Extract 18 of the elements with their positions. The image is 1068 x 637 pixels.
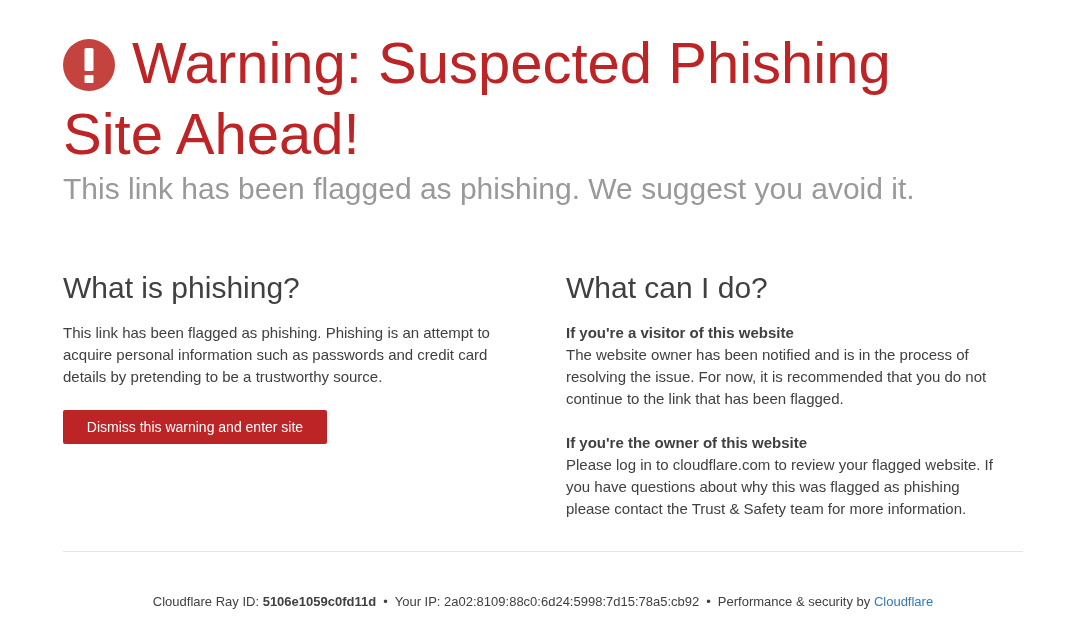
advice-title: If you're a visitor of this website [566,323,795,343]
warning-subtitle: This link has been flagged as phishing. We suggest you avoid it. [63,171,916,207]
advice-text: The website owner has been notified and is in the process of resolving the issue. For now, it is recommended that you do not continue to the link that has been flagged. [566,345,988,409]
advice-title: If you're the owner of this website [566,433,809,453]
advice-text: Please log in to cloudflare.com to review your flagged website. If you have questions about why this was flagged as phishing please contact the Trust & Safety team for more information. [566,455,994,519]
cloudflare-link[interactable]: Cloudflare [873,594,934,609]
section-heading: What can I do? [566,270,769,306]
exclamation-circle-icon [63,38,115,91]
footer-separator: • [706,594,711,609]
footer-text: Cloudflare Ray ID: 5106e1059c0fd11d [152,594,377,609]
section-heading: What is phishing? [63,270,301,306]
warning-title: Site Ahead! [63,100,360,168]
footer-credit: Performance & security by Cloudflare [717,594,934,609]
dismiss-warning-button[interactable]: Dismiss this warning and enter site [63,410,327,444]
footer-separator: • [383,594,388,609]
phishing-explanation: This link has been flagged as phishing. Phishing is an attempt to acquire personal information such as passwords and credit card details by pretending to be a trustworthy source. [63,323,491,387]
footer-text: Your IP: 2a02:8109:88c0:6d24:5998:7d15:78a5:cb92 [394,594,700,609]
warning-title: Warning: Suspected Phishing [132,29,891,97]
